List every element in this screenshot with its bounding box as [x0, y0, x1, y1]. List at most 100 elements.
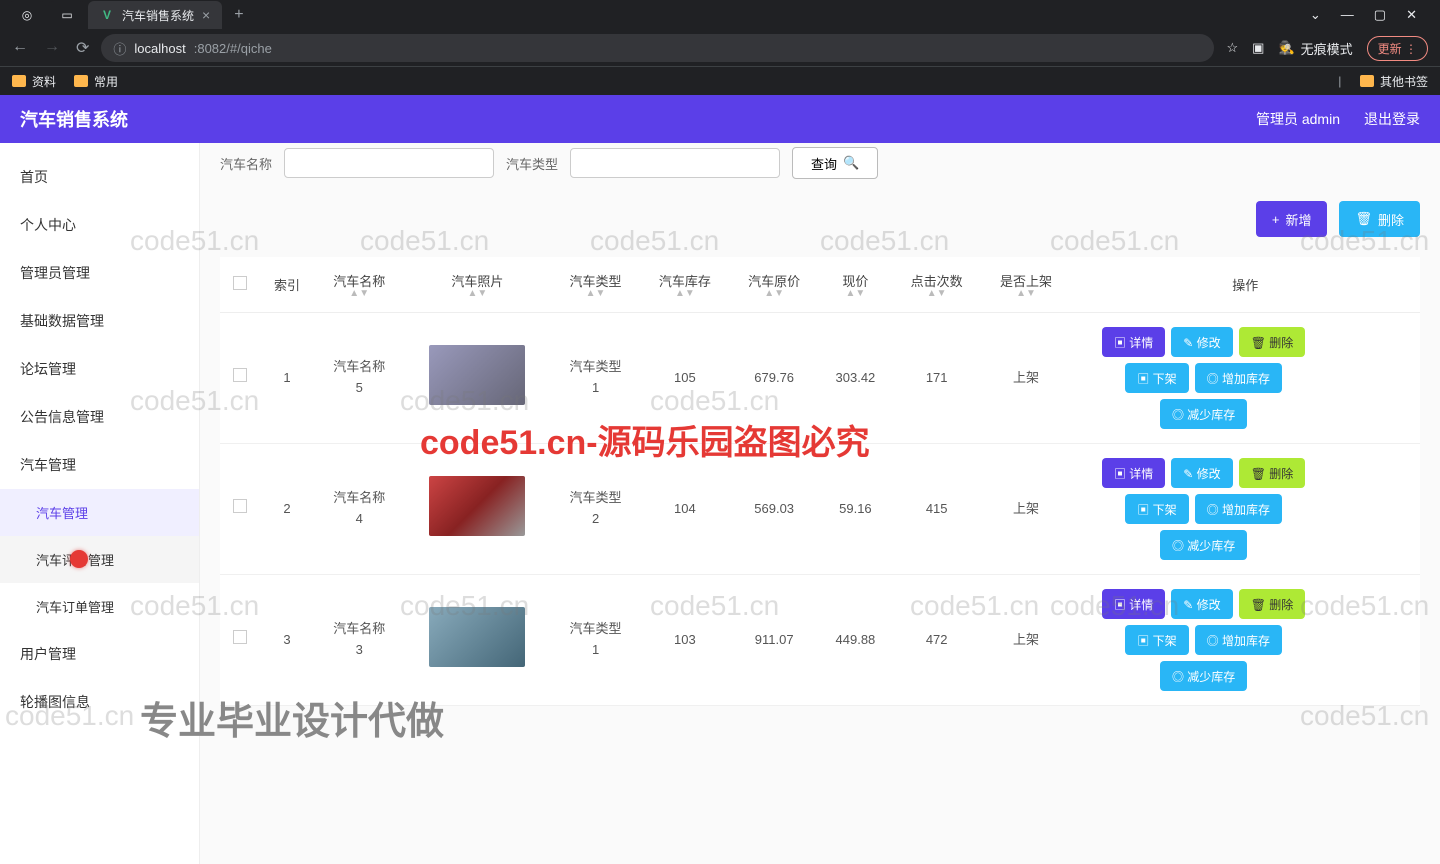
detail-button[interactable]: ▣ 详情: [1102, 458, 1165, 488]
row-checkbox[interactable]: [233, 368, 247, 382]
row-checkbox[interactable]: [233, 499, 247, 513]
edit-button[interactable]: ✎ 修改: [1171, 327, 1232, 357]
sidebar-item-admin[interactable]: 管理员管理: [0, 249, 199, 297]
sidebar-item-car-order[interactable]: 汽车订单管理: [0, 583, 199, 630]
forward-icon[interactable]: →: [44, 38, 60, 58]
inc-stock-button[interactable]: ◎ 增加库存: [1195, 363, 1282, 393]
sort-icon: ▲▼: [989, 290, 1062, 298]
plus-icon: +: [1272, 212, 1280, 227]
dec-stock-button[interactable]: ◎ 减少库存: [1160, 399, 1247, 429]
sidebar-item-banner[interactable]: 轮播图信息: [0, 678, 199, 726]
new-tab-button[interactable]: +: [224, 6, 253, 24]
search-input-name[interactable]: [284, 148, 494, 178]
sidebar-item-notice[interactable]: 公告信息管理: [0, 393, 199, 441]
th-clicks[interactable]: 点击次数▲▼: [892, 257, 981, 313]
address-right: ☆ ▣ 🕵无痕模式 更新 ⋮: [1226, 36, 1428, 61]
reload-icon[interactable]: ⟳: [76, 38, 89, 58]
car-image[interactable]: [429, 345, 525, 405]
sidebar-item-basedata[interactable]: 基础数据管理: [0, 297, 199, 345]
delete-button[interactable]: 🗑删除: [1339, 201, 1420, 237]
update-button[interactable]: 更新 ⋮: [1367, 36, 1428, 61]
table-row: 2 汽车名称4 汽车类型2 104 569.03 59.16 415 上架 ▣ …: [220, 444, 1420, 575]
sidebar-item-home[interactable]: 首页: [0, 153, 199, 201]
nav-buttons: ← → ⟳: [12, 38, 89, 58]
search-button[interactable]: 查询🔍: [792, 147, 878, 179]
row-delete-button[interactable]: 🗑 删除: [1239, 458, 1306, 488]
sidebar-item-car-manage[interactable]: 汽车管理: [0, 489, 199, 536]
car-image[interactable]: [429, 607, 525, 667]
window-controls: ⌄ — ▢ ✕: [1310, 7, 1432, 23]
search-label-name: 汽车名称: [220, 154, 272, 173]
inc-stock-button[interactable]: ◎ 增加库存: [1195, 494, 1282, 524]
minimize-icon[interactable]: —: [1341, 7, 1354, 23]
detail-button[interactable]: ▣ 详情: [1102, 589, 1165, 619]
header-right: 管理员 admin 退出登录: [1256, 109, 1420, 129]
th-photo[interactable]: 汽车照片▲▼: [404, 257, 551, 313]
off-shelf-button[interactable]: ▣ 下架: [1125, 494, 1188, 524]
close-icon[interactable]: ×: [202, 7, 210, 23]
sidebar-item-car-parent[interactable]: 汽车管理: [0, 441, 199, 489]
th-name[interactable]: 汽车名称▲▼: [315, 257, 404, 313]
tab-bar: ◎ ▭ V 汽车销售系统 × + ⌄ — ▢ ✕: [0, 0, 1440, 30]
cell-photo: [404, 575, 551, 706]
sidebar-item-car-review[interactable]: 汽车评价管理: [0, 536, 199, 583]
close-window-icon[interactable]: ✕: [1406, 7, 1417, 23]
incognito-badge: 🕵无痕模式: [1278, 39, 1352, 58]
folder-icon: [74, 75, 88, 87]
th-stock[interactable]: 汽车库存▲▼: [640, 257, 729, 313]
sidebar-item-profile[interactable]: 个人中心: [0, 201, 199, 249]
bookmark-item[interactable]: 常用: [74, 73, 118, 90]
row-delete-button[interactable]: 🗑 删除: [1239, 589, 1306, 619]
bookmark-item[interactable]: 资料: [12, 73, 56, 90]
search-input-type[interactable]: [570, 148, 780, 178]
add-button[interactable]: +新增: [1256, 201, 1328, 237]
off-shelf-button[interactable]: ▣ 下架: [1125, 363, 1188, 393]
car-image[interactable]: [429, 476, 525, 536]
maximize-icon[interactable]: ▢: [1374, 7, 1386, 23]
folder-icon: [12, 75, 26, 87]
checkbox-all[interactable]: [233, 276, 247, 290]
cell-type: 汽车类型2: [551, 444, 640, 575]
sidebar-item-user[interactable]: 用户管理: [0, 630, 199, 678]
row-delete-button[interactable]: 🗑 删除: [1239, 327, 1306, 357]
dec-stock-button[interactable]: ◎ 减少库存: [1160, 530, 1247, 560]
info-icon[interactable]: ⓘ: [113, 39, 126, 58]
tab-inactive[interactable]: ◎: [8, 1, 46, 29]
cell-now: 303.42: [819, 313, 892, 444]
extension-icon[interactable]: ▣: [1252, 40, 1264, 56]
th-type[interactable]: 汽车类型▲▼: [551, 257, 640, 313]
dropdown-icon[interactable]: ⌄: [1310, 7, 1321, 23]
star-icon[interactable]: ☆: [1226, 40, 1238, 56]
tab-inactive[interactable]: ▭: [48, 1, 86, 29]
cell-type: 汽车类型1: [551, 313, 640, 444]
sidebar-item-forum[interactable]: 论坛管理: [0, 345, 199, 393]
detail-button[interactable]: ▣ 详情: [1102, 327, 1165, 357]
sort-icon: ▲▼: [323, 290, 396, 298]
cell-orig: 569.03: [730, 444, 819, 575]
edit-button[interactable]: ✎ 修改: [1171, 458, 1232, 488]
cursor-highlight: [70, 550, 88, 568]
th-orig[interactable]: 汽车原价▲▼: [730, 257, 819, 313]
logout-button[interactable]: 退出登录: [1364, 109, 1420, 129]
th-now[interactable]: 现价▲▼: [819, 257, 892, 313]
row-ops: ▣ 详情 ✎ 修改 🗑 删除 ▣ 下架 ◎ 增加库存 ◎ 减少库存: [1079, 327, 1329, 429]
th-status[interactable]: 是否上架▲▼: [981, 257, 1070, 313]
cell-stock: 105: [640, 313, 729, 444]
other-bookmarks[interactable]: | 其他书签: [1338, 73, 1428, 90]
off-shelf-button[interactable]: ▣ 下架: [1125, 625, 1188, 655]
admin-label[interactable]: 管理员 admin: [1256, 109, 1340, 129]
row-checkbox[interactable]: [233, 630, 247, 644]
cell-clicks: 472: [892, 575, 981, 706]
back-icon[interactable]: ←: [12, 38, 28, 58]
incognito-icon: 🕵: [1278, 40, 1294, 56]
bookmarks-bar: 资料 常用 | 其他书签: [0, 66, 1440, 95]
url-path: :8082/#/qiche: [194, 41, 272, 56]
url-input[interactable]: ⓘ localhost:8082/#/qiche: [101, 34, 1214, 62]
dec-stock-button[interactable]: ◎ 减少库存: [1160, 661, 1247, 691]
inc-stock-button[interactable]: ◎ 增加库存: [1195, 625, 1282, 655]
th-index[interactable]: 索引: [259, 257, 314, 313]
tab-active[interactable]: V 汽车销售系统 ×: [88, 1, 222, 29]
cell-index: 2: [259, 444, 314, 575]
edit-button[interactable]: ✎ 修改: [1171, 589, 1232, 619]
cell-name: 汽车名称4: [315, 444, 404, 575]
